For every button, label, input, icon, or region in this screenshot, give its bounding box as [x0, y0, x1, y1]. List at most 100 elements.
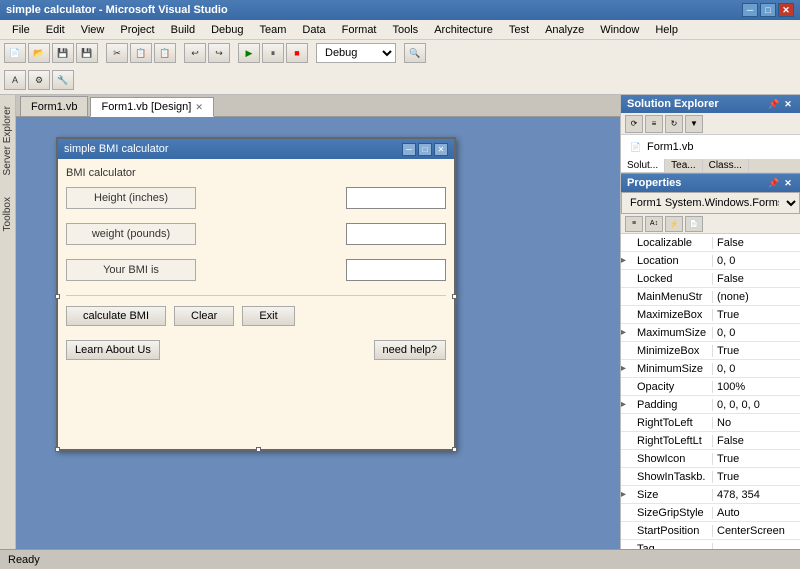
tb-redo[interactable]: ↪: [208, 43, 230, 63]
menu-build[interactable]: Build: [163, 22, 203, 38]
tb-extra2[interactable]: ⚙: [28, 70, 50, 90]
server-explorer-tab[interactable]: Server Explorer: [0, 99, 15, 182]
prop-name-label: Locked: [633, 273, 713, 285]
menu-data[interactable]: Data: [294, 22, 333, 38]
se-tab-team[interactable]: Tea...: [665, 159, 702, 172]
menu-window[interactable]: Window: [592, 22, 647, 38]
properties-title: Properties: [627, 177, 681, 189]
props-header-controls: 📌 ✕: [768, 177, 794, 189]
se-refresh-btn[interactable]: ↻: [665, 115, 683, 133]
prop-events-btn[interactable]: ⚡: [665, 216, 683, 232]
prop-expand-icon[interactable]: ▸: [621, 363, 633, 374]
form-close[interactable]: ✕: [434, 143, 448, 156]
maximize-button[interactable]: □: [760, 3, 776, 17]
se-close-icon[interactable]: ✕: [782, 98, 794, 110]
prop-category-btn[interactable]: ≡: [625, 216, 643, 232]
resize-handle-ml[interactable]: [55, 294, 60, 299]
need-help-button[interactable]: need help?: [374, 340, 446, 360]
close-button[interactable]: ✕: [778, 3, 794, 17]
properties-object-select[interactable]: Form1 System.Windows.Forms.Fo: [621, 192, 800, 214]
prop-row-maximizebox[interactable]: MaximizeBoxTrue: [621, 306, 800, 324]
prop-row-righttoleftlt[interactable]: RightToLeftLtFalse: [621, 432, 800, 450]
menu-file[interactable]: File: [4, 22, 38, 38]
prop-row-padding[interactable]: ▸Padding0, 0, 0, 0: [621, 396, 800, 414]
props-pin-icon[interactable]: 📌: [768, 177, 780, 189]
debug-config-select[interactable]: Debug Release: [316, 43, 396, 63]
resize-handle-bm[interactable]: [256, 447, 261, 452]
tb-pause[interactable]: ⏸: [262, 43, 284, 63]
se-item-form1vb[interactable]: 📄 Form1.vb: [625, 139, 796, 155]
tb-copy[interactable]: 📋: [130, 43, 152, 63]
se-sync-btn[interactable]: ⟳: [625, 115, 643, 133]
menu-tools[interactable]: Tools: [385, 22, 427, 38]
prop-expand-icon[interactable]: ▸: [621, 327, 633, 338]
prop-expand-icon[interactable]: ▸: [621, 399, 633, 410]
prop-row-tag[interactable]: Tag: [621, 540, 800, 549]
resize-handle-mr[interactable]: [452, 294, 457, 299]
prop-row-location[interactable]: ▸Location0, 0: [621, 252, 800, 270]
se-tab-class[interactable]: Class...: [703, 159, 749, 172]
prop-pages-btn[interactable]: 📄: [685, 216, 703, 232]
designer-area[interactable]: simple BMI calculator ─ □ ✕ BMI calculat…: [16, 117, 620, 549]
se-collapse-btn[interactable]: ▼: [685, 115, 703, 133]
tb-saveall[interactable]: 💾: [76, 43, 98, 63]
prop-row-sizegripstyle[interactable]: SizeGripStyleAuto: [621, 504, 800, 522]
prop-row-showicon[interactable]: ShowIconTrue: [621, 450, 800, 468]
prop-row-mainmenustr[interactable]: MainMenuStr(none): [621, 288, 800, 306]
prop-expand-icon[interactable]: ▸: [621, 255, 633, 266]
tb-save[interactable]: 💾: [52, 43, 74, 63]
resize-handle-br[interactable]: [452, 447, 457, 452]
prop-row-size[interactable]: ▸Size478, 354: [621, 486, 800, 504]
menu-debug[interactable]: Debug: [203, 22, 251, 38]
weight-input[interactable]: [346, 223, 446, 245]
menu-test[interactable]: Test: [501, 22, 537, 38]
menu-analyze[interactable]: Analyze: [537, 22, 592, 38]
prop-alpha-btn[interactable]: A↕: [645, 216, 663, 232]
tb-cut[interactable]: ✂: [106, 43, 128, 63]
tb-new[interactable]: 📄: [4, 43, 26, 63]
menu-help[interactable]: Help: [647, 22, 686, 38]
tab-close-icon[interactable]: ✕: [195, 102, 203, 113]
tb-undo[interactable]: ↩: [184, 43, 206, 63]
prop-row-maximumsize[interactable]: ▸MaximumSize0, 0: [621, 324, 800, 342]
tb-search[interactable]: 🔍: [404, 43, 426, 63]
props-close-icon[interactable]: ✕: [782, 177, 794, 189]
prop-expand-icon[interactable]: ▸: [621, 489, 633, 500]
form-maximize[interactable]: □: [418, 143, 432, 156]
menu-project[interactable]: Project: [112, 22, 162, 38]
bmi-output[interactable]: [346, 259, 446, 281]
prop-row-righttoleft[interactable]: RightToLeftNo: [621, 414, 800, 432]
prop-row-minimizebox[interactable]: MinimizeBoxTrue: [621, 342, 800, 360]
exit-button[interactable]: Exit: [242, 306, 294, 326]
tb-paste[interactable]: 📋: [154, 43, 176, 63]
calculate-bmi-button[interactable]: calculate BMI: [66, 306, 166, 326]
tab-form1vb-design[interactable]: Form1.vb [Design] ✕: [90, 97, 213, 117]
prop-row-opacity[interactable]: Opacity100%: [621, 378, 800, 396]
clear-button[interactable]: Clear: [174, 306, 234, 326]
tab-form1vb[interactable]: Form1.vb: [20, 96, 88, 116]
menu-team[interactable]: Team: [252, 22, 295, 38]
prop-row-localizable[interactable]: LocalizableFalse: [621, 234, 800, 252]
menu-view[interactable]: View: [73, 22, 113, 38]
learn-about-us-button[interactable]: Learn About Us: [66, 340, 160, 360]
menu-architecture[interactable]: Architecture: [426, 22, 501, 38]
tb-extra3[interactable]: 🔧: [52, 70, 74, 90]
tb-extra1[interactable]: A: [4, 70, 26, 90]
toolbox-tab[interactable]: Toolbox: [0, 190, 15, 238]
se-tab-solution[interactable]: Solut...: [621, 159, 665, 172]
menu-format[interactable]: Format: [334, 22, 385, 38]
prop-row-locked[interactable]: LockedFalse: [621, 270, 800, 288]
minimize-button[interactable]: ─: [742, 3, 758, 17]
height-input[interactable]: [346, 187, 446, 209]
form-minimize[interactable]: ─: [402, 143, 416, 156]
prop-row-startposition[interactable]: StartPositionCenterScreen: [621, 522, 800, 540]
tb-open[interactable]: 📂: [28, 43, 50, 63]
se-props-btn[interactable]: ≡: [645, 115, 663, 133]
menu-edit[interactable]: Edit: [38, 22, 73, 38]
prop-row-minimumsize[interactable]: ▸MinimumSize0, 0: [621, 360, 800, 378]
tb-start[interactable]: ▶: [238, 43, 260, 63]
tb-stop[interactable]: ■: [286, 43, 308, 63]
resize-handle-bl[interactable]: [55, 447, 60, 452]
prop-row-showintaskb-[interactable]: ShowInTaskb.True: [621, 468, 800, 486]
se-pin-icon[interactable]: 📌: [768, 98, 780, 110]
